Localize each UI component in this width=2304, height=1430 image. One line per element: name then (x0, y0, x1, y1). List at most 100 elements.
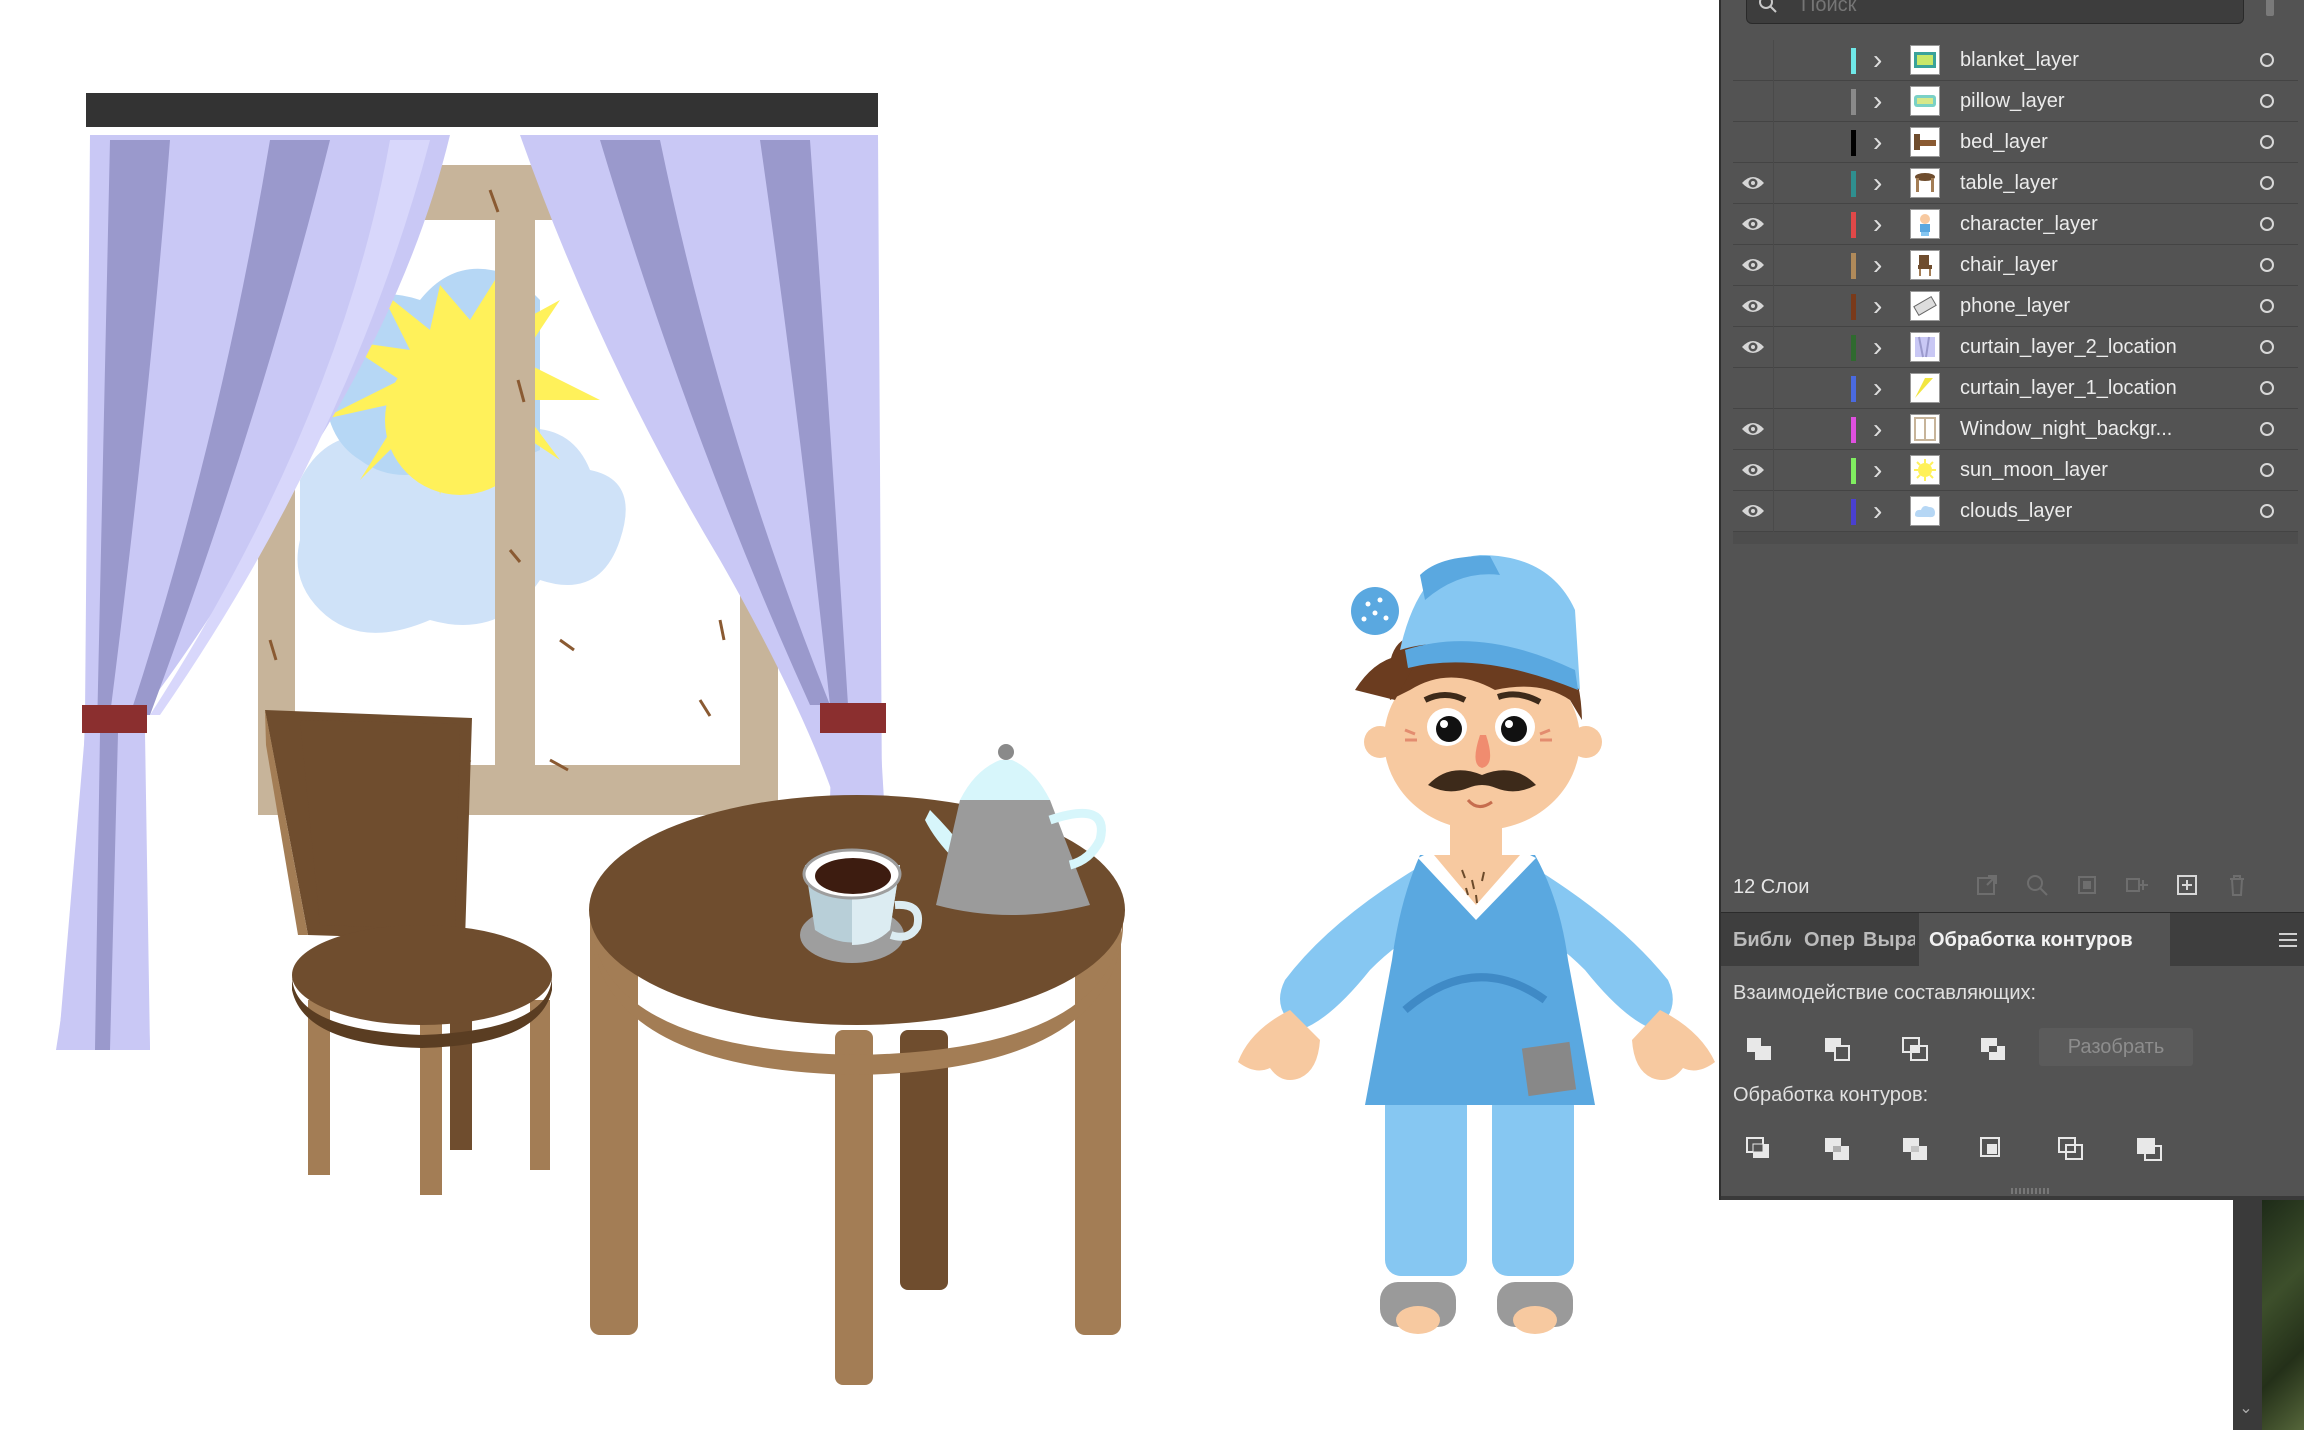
tab-libraries[interactable]: Библи (1733, 913, 1791, 967)
layer-row[interactable]: › sun_moon_layer (1733, 450, 2298, 491)
lock-toggle[interactable] (1773, 409, 1814, 450)
layer-row[interactable]: › pillow_layer (1733, 81, 2298, 122)
visibility-toggle[interactable] (1733, 245, 1773, 286)
lock-toggle[interactable] (1773, 204, 1814, 245)
new-layer-icon[interactable] (2174, 872, 2200, 898)
layer-row[interactable]: › clouds_layer (1733, 491, 2298, 532)
tab-align[interactable]: Вырав (1863, 913, 1915, 967)
layer-row[interactable]: › Window_night_backgr... (1733, 409, 2298, 450)
layer-row[interactable]: › bed_layer (1733, 122, 2298, 163)
tab-operations[interactable]: Опера (1804, 913, 1854, 967)
search-input[interactable] (1799, 0, 2223, 19)
chevron-right-icon[interactable]: › (1873, 456, 1895, 484)
target-circle-icon[interactable] (2260, 217, 2274, 231)
layer-row[interactable]: › character_layer (1733, 204, 2298, 245)
locate-object-icon[interactable] (2024, 872, 2050, 898)
lock-toggle[interactable] (1773, 163, 1814, 204)
chevron-right-icon[interactable]: › (1873, 374, 1895, 402)
lock-toggle[interactable] (1773, 122, 1814, 163)
visibility-toggle[interactable] (1733, 491, 1773, 532)
clipping-mask-icon[interactable] (2074, 872, 2100, 898)
layer-row[interactable]: › phone_layer (1733, 286, 2298, 327)
lock-toggle[interactable] (1773, 491, 1814, 532)
layer-name[interactable]: pillow_layer (1960, 90, 2065, 113)
layer-name[interactable]: Window_night_backgr... (1960, 418, 2172, 441)
layer-name[interactable]: bed_layer (1960, 131, 2048, 154)
visibility-toggle[interactable] (1733, 286, 1773, 327)
unite-icon[interactable] (1739, 1028, 1779, 1068)
visibility-toggle[interactable] (1733, 40, 1773, 81)
chevron-right-icon[interactable]: › (1873, 128, 1895, 156)
intersect-icon[interactable] (1895, 1028, 1935, 1068)
lock-toggle[interactable] (1773, 286, 1814, 327)
chevron-right-icon[interactable]: › (1873, 210, 1895, 238)
layer-row[interactable]: › curtain_layer_1_location (1733, 368, 2298, 409)
merge-icon[interactable] (1895, 1128, 1935, 1168)
target-circle-icon[interactable] (2260, 463, 2274, 477)
layer-name[interactable]: chair_layer (1960, 254, 2058, 277)
target-circle-icon[interactable] (2260, 53, 2274, 67)
tab-pathfinder[interactable]: Обработка контуров (1919, 913, 2170, 967)
target-circle-icon[interactable] (2260, 258, 2274, 272)
target-circle-icon[interactable] (2260, 422, 2274, 436)
layer-row[interactable]: › table_layer (1733, 163, 2298, 204)
outline-icon[interactable] (2051, 1128, 2091, 1168)
minus-front-icon[interactable] (1817, 1028, 1857, 1068)
minus-back-icon[interactable] (2129, 1128, 2169, 1168)
illustration-scene[interactable] (0, 0, 1720, 1430)
chevron-right-icon[interactable]: › (1873, 46, 1895, 74)
target-circle-icon[interactable] (2260, 340, 2274, 354)
panel-collapse-handle[interactable] (2266, 0, 2274, 16)
target-circle-icon[interactable] (2260, 504, 2274, 518)
chevron-right-icon[interactable]: › (1873, 169, 1895, 197)
lock-toggle[interactable] (1773, 40, 1814, 81)
layer-search-bar[interactable] (1746, 0, 2244, 24)
divide-icon[interactable] (1739, 1128, 1779, 1168)
layer-row[interactable]: › curtain_layer_2_location (1733, 327, 2298, 368)
panel-resize-grip[interactable] (2011, 1188, 2051, 1194)
visibility-toggle[interactable] (1733, 122, 1773, 163)
visibility-toggle[interactable] (1733, 327, 1773, 368)
chevron-right-icon[interactable]: › (1873, 333, 1895, 361)
layer-name[interactable]: character_layer (1960, 213, 2098, 236)
layer-name[interactable]: sun_moon_layer (1960, 459, 2108, 482)
chevron-right-icon[interactable]: › (1873, 292, 1895, 320)
panel-menu-icon[interactable] (2277, 930, 2299, 950)
exclude-icon[interactable] (1973, 1028, 2013, 1068)
delete-layer-icon[interactable] (2224, 872, 2250, 898)
visibility-toggle[interactable] (1733, 81, 1773, 122)
layer-row[interactable]: › blanket_layer (1733, 40, 2298, 81)
target-circle-icon[interactable] (2260, 176, 2274, 190)
trim-icon[interactable] (1817, 1128, 1857, 1168)
lock-toggle[interactable] (1773, 327, 1814, 368)
visibility-toggle[interactable] (1733, 409, 1773, 450)
chevron-right-icon[interactable]: › (1873, 497, 1895, 525)
lock-toggle[interactable] (1773, 81, 1814, 122)
visibility-toggle[interactable] (1733, 450, 1773, 491)
crop-icon[interactable] (1973, 1128, 2013, 1168)
visibility-toggle[interactable] (1733, 368, 1773, 409)
layer-name[interactable]: blanket_layer (1960, 49, 2079, 72)
target-circle-icon[interactable] (2260, 94, 2274, 108)
lock-toggle[interactable] (1773, 368, 1814, 409)
expand-button[interactable]: Разобрать (2039, 1028, 2193, 1066)
target-circle-icon[interactable] (2260, 381, 2274, 395)
export-asset-icon[interactable] (1974, 872, 2000, 898)
layer-name[interactable]: curtain_layer_1_location (1960, 377, 2177, 400)
new-sublayer-icon[interactable] (2124, 872, 2150, 898)
target-circle-icon[interactable] (2260, 299, 2274, 313)
layer-name[interactable]: curtain_layer_2_location (1960, 336, 2177, 359)
chevron-right-icon[interactable]: › (1873, 251, 1895, 279)
layer-name[interactable]: phone_layer (1960, 295, 2070, 318)
lock-toggle[interactable] (1773, 450, 1814, 491)
target-circle-icon[interactable] (2260, 135, 2274, 149)
chevron-right-icon[interactable]: › (1873, 87, 1895, 115)
layer-name[interactable]: clouds_layer (1960, 500, 2072, 523)
layer-row[interactable]: › chair_layer (1733, 245, 2298, 286)
layer-name[interactable]: table_layer (1960, 172, 2058, 195)
lock-toggle[interactable] (1773, 245, 1814, 286)
visibility-toggle[interactable] (1733, 163, 1773, 204)
scroll-down-arrow-icon[interactable]: ⌄ (2236, 1398, 2256, 1418)
visibility-toggle[interactable] (1733, 204, 1773, 245)
chevron-right-icon[interactable]: › (1873, 415, 1895, 443)
